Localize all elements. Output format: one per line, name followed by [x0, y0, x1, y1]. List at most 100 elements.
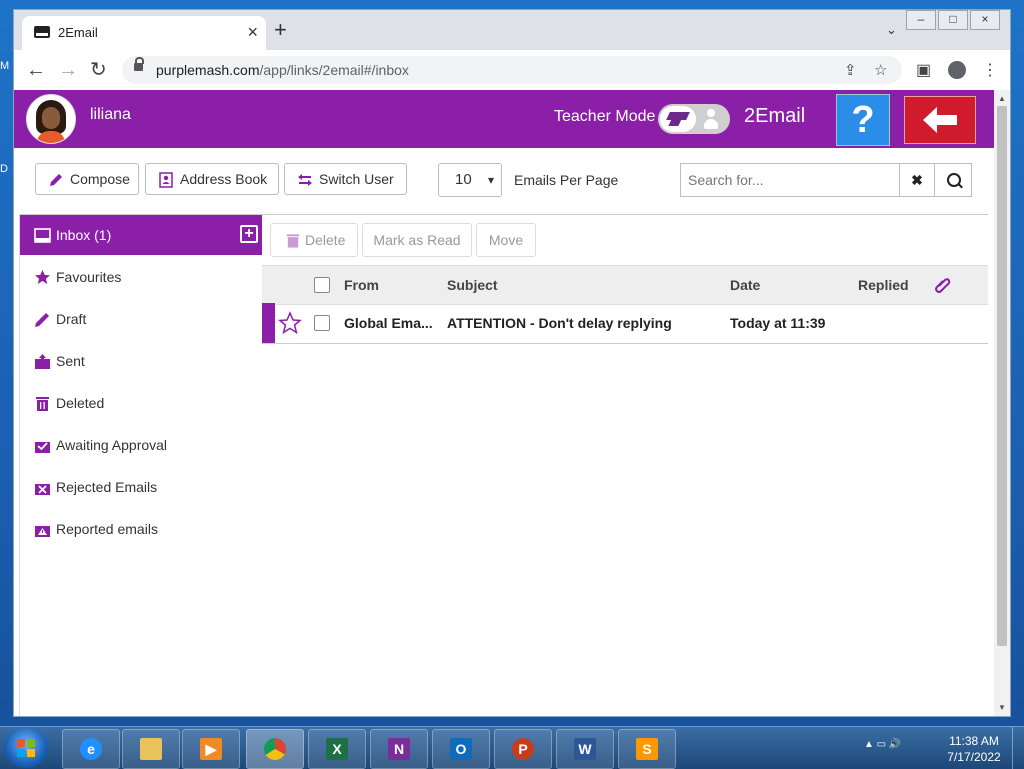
folder-icon [140, 738, 162, 760]
taskbar-sublime-text[interactable]: S [618, 729, 676, 769]
taskbar-chrome[interactable] [246, 729, 304, 769]
paperclip-icon [935, 278, 951, 293]
sidebar-item-label: Favourites [56, 269, 122, 285]
exit-back-button[interactable] [904, 96, 976, 144]
new-tab-icon[interactable]: + [274, 19, 287, 41]
reload-icon[interactable]: ↻ [90, 60, 107, 80]
scroll-up-icon[interactable]: ▲ [998, 94, 1006, 103]
show-desktop-button[interactable] [1012, 727, 1024, 769]
switch-user-button[interactable]: Switch User [284, 163, 407, 195]
emails-per-page-label: Emails Per Page [514, 172, 619, 188]
email-subject: ATTENTION - Don't delay replying [447, 315, 672, 331]
teacher-mode-toggle[interactable] [658, 104, 730, 134]
windows-logo-icon [17, 739, 35, 757]
minimize-icon[interactable]: – [906, 10, 936, 30]
row-checkbox[interactable] [314, 315, 330, 331]
teacher-mode-label: Teacher Mode [554, 108, 656, 125]
left-arrow-icon [923, 107, 957, 133]
add-folder-icon[interactable]: + [240, 225, 258, 243]
sidebar-item-deleted[interactable]: Deleted [20, 383, 262, 423]
system-tray-icons[interactable]: ▲ ▭ 🔊 [864, 739, 901, 750]
trash-icon [36, 397, 49, 411]
pencil-icon [35, 313, 49, 327]
reported-envelope-icon [35, 526, 50, 537]
username: liliana [90, 106, 131, 123]
word-icon: W [574, 738, 596, 760]
column-subject[interactable]: Subject [447, 277, 498, 293]
compose-button[interactable]: Compose [35, 163, 139, 195]
favourite-star-icon[interactable] [278, 311, 302, 335]
email-table-header: From Subject Date Replied [262, 265, 988, 305]
profile-icon[interactable] [948, 61, 966, 79]
compose-label: Compose [70, 171, 130, 187]
clear-search-icon[interactable]: ✖ [899, 163, 935, 197]
bookmark-star-icon[interactable]: ☆ [874, 61, 887, 79]
maximize-icon[interactable]: □ [938, 10, 968, 30]
search-icon[interactable] [934, 163, 972, 197]
column-replied[interactable]: Replied [858, 277, 909, 293]
graduation-cap-icon [666, 112, 690, 120]
avatar[interactable] [26, 94, 76, 144]
address-bar[interactable]: purplemash.com/app/links/2email#/inbox ⇪… [122, 56, 902, 84]
scroll-down-icon[interactable]: ▼ [998, 703, 1006, 712]
taskbar-file-explorer[interactable] [122, 729, 180, 769]
switch-user-label: Switch User [319, 171, 394, 187]
clock-date: 7/17/2022 [947, 750, 1001, 764]
close-tab-icon[interactable]: × [247, 22, 258, 42]
taskbar-word[interactable]: W [556, 729, 614, 769]
desktop-edge-label-top: M [0, 60, 10, 72]
sidebar-item-draft[interactable]: Draft [20, 299, 262, 339]
scrollbar-thumb[interactable] [997, 106, 1007, 646]
user-silhouette-icon [704, 109, 718, 129]
select-all-checkbox[interactable] [314, 277, 330, 293]
search-input[interactable] [680, 163, 900, 197]
browser-tab[interactable]: 2Email × [22, 16, 266, 50]
kebab-menu-icon[interactable]: ⋮ [982, 60, 998, 80]
per-page-value: 10 [455, 171, 472, 188]
clock-time: 11:38 AM [949, 734, 999, 748]
approval-envelope-icon [35, 442, 50, 453]
email-toolbar: Compose Address Book Switch User 10 ▾ Em… [14, 148, 994, 214]
taskbar-clock[interactable]: 11:38 AM 7/17/2022 [944, 733, 1004, 765]
sidebar-item-favourites[interactable]: Favourites [20, 257, 262, 297]
sidebar-item-inbox[interactable]: Inbox (1) + [20, 215, 262, 255]
address-book-button[interactable]: Address Book [145, 163, 279, 195]
page-content: liliana Teacher Mode 2Email ? Compose Ad… [14, 90, 994, 716]
taskbar-internet-explorer[interactable]: e [62, 729, 120, 769]
taskbar-onenote[interactable]: N [370, 729, 428, 769]
mail-favicon-icon [34, 26, 50, 38]
taskbar-excel[interactable]: X [308, 729, 366, 769]
address-book-label: Address Book [180, 171, 268, 187]
sidebar-item-reported-emails[interactable]: Reported emails [20, 509, 262, 549]
forward-arrow-icon[interactable]: → [58, 60, 78, 80]
pencil-icon [50, 174, 62, 186]
sidebar-item-sent[interactable]: Sent [20, 341, 262, 381]
taskbar-powerpoint[interactable]: P [494, 729, 552, 769]
start-button[interactable] [4, 728, 48, 768]
share-icon[interactable]: ⇪ [844, 61, 857, 79]
emails-per-page-select[interactable]: 10 ▾ [438, 163, 502, 197]
back-arrow-icon[interactable]: ← [26, 60, 46, 80]
windows-taskbar: e ▶ X N O P W S ▲ ▭ 🔊 11:38 AM 7/17/2022 [0, 726, 1024, 769]
delete-button[interactable]: Delete [270, 223, 358, 257]
powerpoint-icon: P [512, 738, 534, 760]
onenote-icon: N [388, 738, 410, 760]
taskbar-media-player[interactable]: ▶ [182, 729, 240, 769]
taskbar-outlook[interactable]: O [432, 729, 490, 769]
column-from[interactable]: From [344, 277, 379, 293]
email-list-panel: Delete Mark as Read Move From Subject Da… [262, 214, 988, 716]
help-button[interactable]: ? [836, 94, 890, 146]
table-row[interactable]: Global Ema... ATTENTION - Don't delay re… [262, 303, 988, 344]
close-window-icon[interactable]: × [970, 10, 1000, 30]
chrome-icon [264, 738, 286, 760]
sidebar-item-rejected-emails[interactable]: Rejected Emails [20, 467, 262, 507]
mark-as-read-button[interactable]: Mark as Read [362, 223, 472, 257]
sidebar-item-awaiting-approval[interactable]: Awaiting Approval [20, 425, 262, 465]
sent-envelope-icon [35, 354, 50, 369]
tab-search-chevron-icon[interactable]: ⌄ [886, 22, 897, 38]
address-book-icon [159, 172, 173, 188]
column-date[interactable]: Date [730, 277, 760, 293]
move-button[interactable]: Move [476, 223, 536, 257]
side-panel-icon[interactable]: ▣ [916, 60, 931, 80]
page-scrollbar[interactable]: ▲ ▼ [994, 90, 1010, 716]
